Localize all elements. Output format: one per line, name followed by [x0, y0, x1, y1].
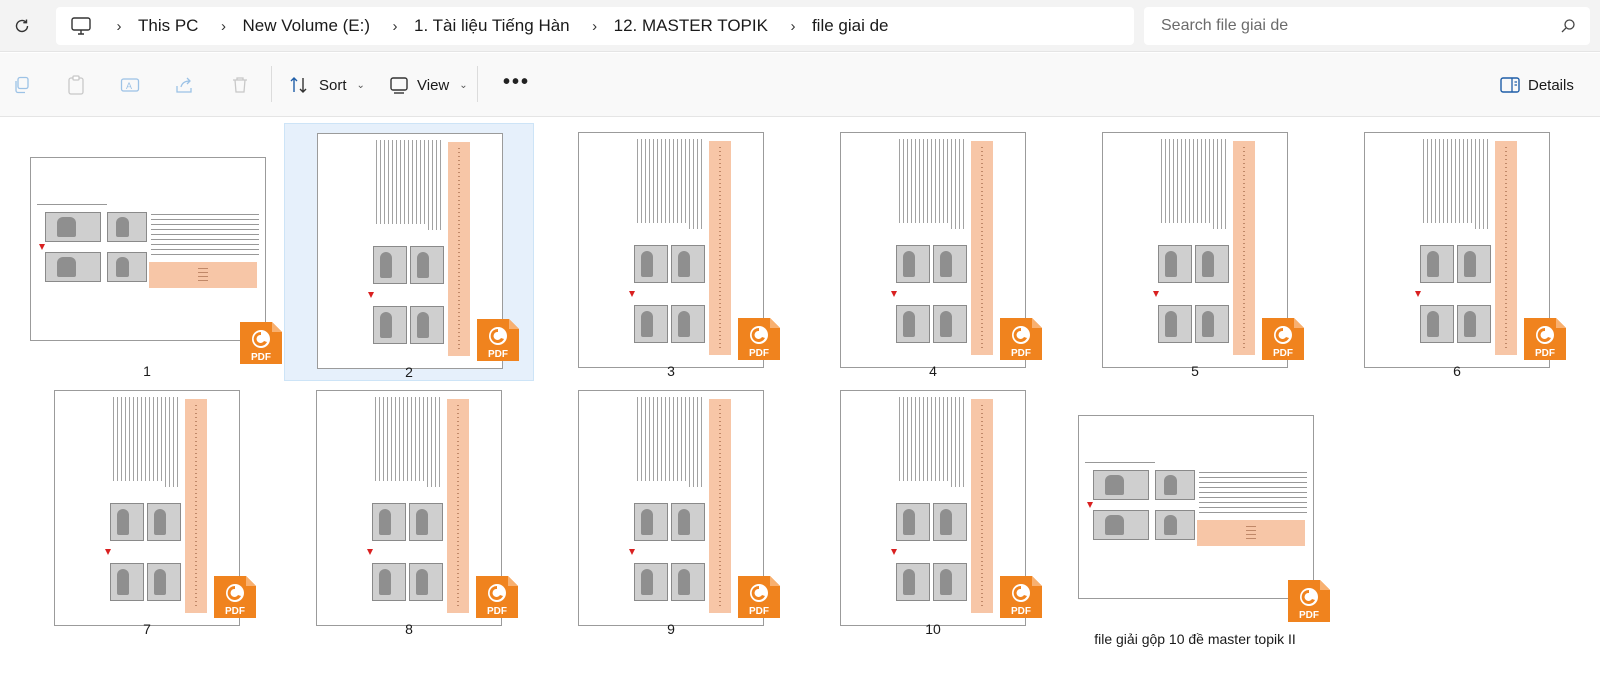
delete-button[interactable] [228, 73, 252, 97]
file-name: 2 [405, 364, 413, 380]
command-bar: A Sort ⌄ View ⌄ ••• Details [0, 53, 1600, 117]
rename-button[interactable]: A [118, 73, 142, 97]
breadcrumb-new-volume[interactable]: New Volume (E:) [238, 16, 380, 36]
file-item[interactable]: PDF 2 [284, 123, 534, 381]
svg-text:PDF: PDF [749, 348, 769, 359]
chevron-right-icon[interactable]: › [208, 18, 238, 35]
file-item[interactable]: PDF 6 [1332, 123, 1582, 381]
file-item[interactable]: PDF 10 [808, 381, 1058, 639]
pdf-file-icon: PDF [212, 574, 258, 620]
pdf-file-icon: PDF [1260, 316, 1306, 362]
file-item[interactable]: PDF file giải gộp 10 đề master topik II [1070, 381, 1330, 647]
svg-text:PDF: PDF [1535, 348, 1555, 359]
pdf-file-icon: PDF [998, 574, 1044, 620]
file-name: 6 [1453, 363, 1461, 379]
search-placeholder: Search file giai de [1161, 17, 1289, 34]
pdf-file-icon: PDF [736, 316, 782, 362]
file-name: 5 [1191, 363, 1199, 379]
file-item[interactable]: PDF 8 [284, 381, 534, 639]
chevron-right-icon[interactable]: › [580, 18, 610, 35]
svg-text:PDF: PDF [488, 349, 508, 360]
more-options-button[interactable]: ••• [503, 72, 530, 92]
paste-icon [68, 75, 84, 95]
file-item[interactable]: PDF 3 [546, 123, 796, 381]
chevron-down-icon: ⌄ [459, 79, 468, 91]
search-input[interactable]: Search file giai de [1144, 7, 1590, 45]
chevron-right-icon[interactable]: › [104, 18, 134, 35]
pdf-file-icon: PDF [238, 320, 284, 366]
divider [477, 66, 478, 102]
this-pc-button[interactable] [58, 7, 104, 45]
file-name: 7 [143, 621, 151, 637]
search-icon [1561, 19, 1575, 33]
pdf-file-icon: PDF [736, 574, 782, 620]
svg-text:PDF: PDF [225, 606, 245, 617]
svg-text:PDF: PDF [1011, 606, 1031, 617]
divider [271, 66, 272, 102]
file-name: 1 [143, 363, 151, 379]
svg-text:PDF: PDF [1299, 610, 1319, 621]
refresh-button[interactable] [8, 12, 36, 40]
file-item[interactable]: PDF 1 [22, 123, 282, 381]
svg-text:A: A [126, 81, 132, 91]
view-icon [390, 77, 408, 94]
copy-button[interactable] [10, 73, 34, 97]
file-item[interactable]: PDF 4 [808, 123, 1058, 381]
pdf-file-icon: PDF [475, 317, 521, 363]
paste-button[interactable] [64, 73, 88, 97]
file-name: 9 [667, 621, 675, 637]
share-icon [176, 77, 192, 93]
breadcrumb-file-giai-de[interactable]: file giai de [808, 16, 899, 36]
view-button[interactable]: View ⌄ [383, 67, 474, 103]
view-label: View [417, 76, 450, 94]
file-name: file giải gộp 10 đề master topik II [1094, 631, 1296, 647]
file-thumbnail [30, 157, 266, 341]
details-pane-icon [1500, 77, 1520, 93]
file-item[interactable]: PDF 9 [546, 381, 796, 639]
svg-text:PDF: PDF [749, 606, 769, 617]
pdf-file-icon: PDF [1522, 316, 1568, 362]
trash-icon [233, 77, 247, 93]
svg-text:PDF: PDF [487, 606, 507, 617]
file-name: 8 [405, 621, 413, 637]
details-label: Details [1528, 76, 1574, 94]
address-bar: › This PC › New Volume (E:) › 1. Tài liệ… [0, 0, 1600, 52]
chevron-down-icon: ⌄ [356, 79, 365, 91]
svg-text:PDF: PDF [1011, 348, 1031, 359]
copy-icon [15, 76, 29, 94]
file-name: 10 [925, 621, 941, 637]
file-name: 3 [667, 363, 675, 379]
pdf-file-icon: PDF [474, 574, 520, 620]
file-grid: PDF 1 PDF 2 PDF 3 PDF 4 PDF 5 PDF 6 PDF 7 PDF 8 PDF 9 PDF 1… [0, 118, 1600, 684]
share-button[interactable] [172, 73, 196, 97]
sort-button[interactable]: Sort ⌄ [283, 67, 371, 103]
file-item[interactable]: PDF 5 [1070, 123, 1320, 381]
pdf-file-icon: PDF [998, 316, 1044, 362]
breadcrumb-tai-lieu[interactable]: 1. Tài liệu Tiếng Hàn [410, 16, 580, 36]
monitor-icon [71, 17, 91, 35]
refresh-icon [15, 19, 29, 33]
breadcrumb-master-topik[interactable]: 12. MASTER TOPIK [610, 16, 778, 36]
sort-icon [290, 77, 307, 93]
file-item[interactable]: PDF 7 [22, 381, 272, 639]
chevron-right-icon[interactable]: › [380, 18, 410, 35]
rename-icon: A [120, 78, 140, 92]
breadcrumb-this-pc[interactable]: This PC [134, 16, 208, 36]
svg-text:PDF: PDF [1273, 348, 1293, 359]
pdf-file-icon: PDF [1286, 578, 1332, 624]
file-thumbnail [1078, 415, 1314, 599]
sort-label: Sort [319, 76, 347, 94]
details-button[interactable]: Details [1494, 67, 1580, 103]
svg-text:PDF: PDF [251, 352, 271, 363]
breadcrumb[interactable]: › This PC › New Volume (E:) › 1. Tài liệ… [56, 7, 1134, 45]
chevron-right-icon[interactable]: › [778, 18, 808, 35]
file-name: 4 [929, 363, 937, 379]
